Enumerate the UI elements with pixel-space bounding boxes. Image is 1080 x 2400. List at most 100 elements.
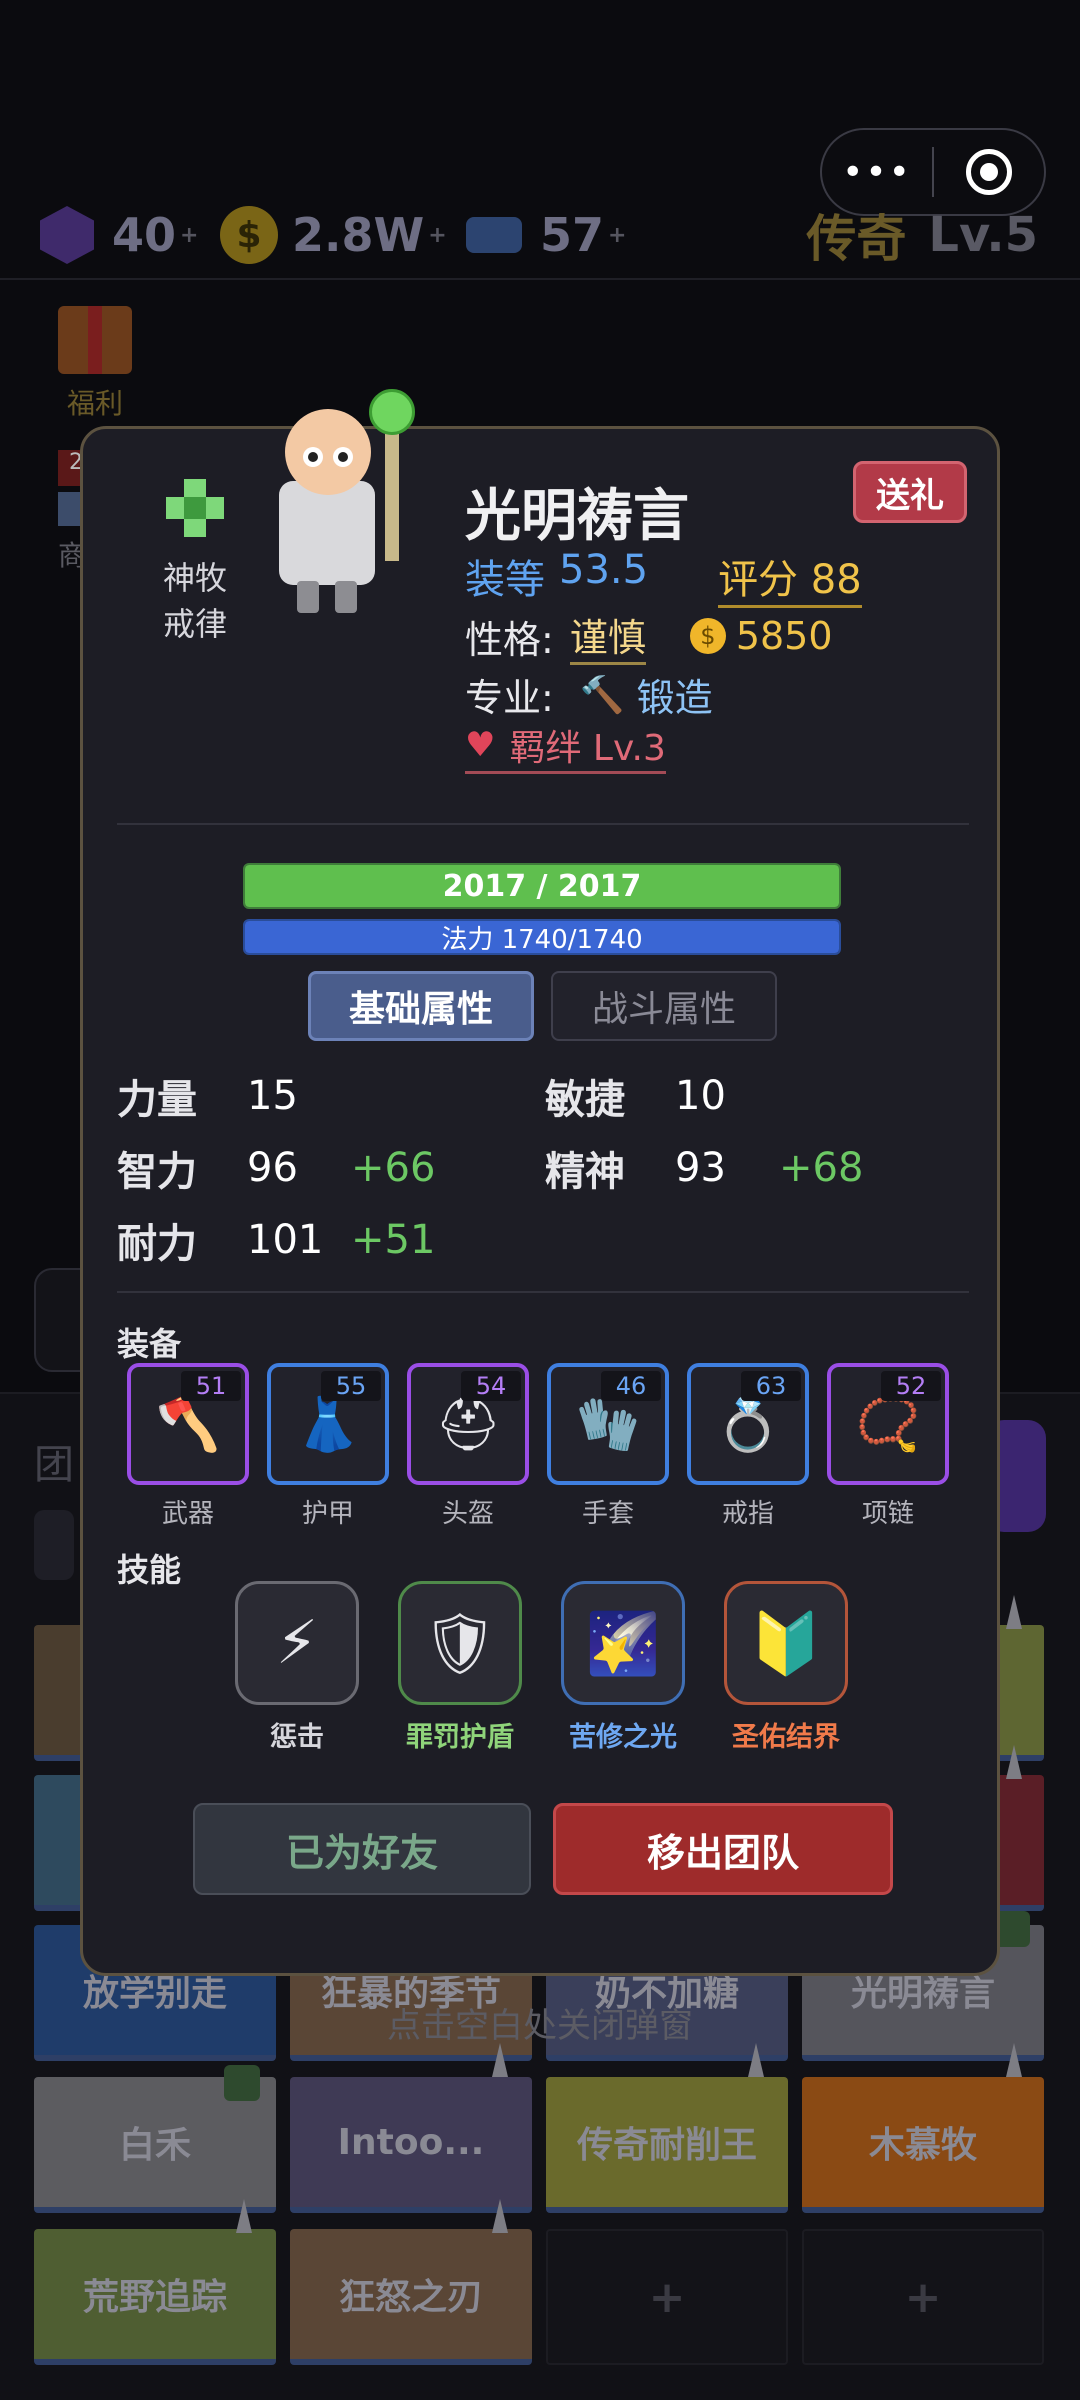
equip-slot[interactable]: ⛑ 54 头盔 bbox=[407, 1363, 529, 1530]
equip-label: 护甲 bbox=[301, 1499, 354, 1529]
team-member-cell[interactable]: 荒野追踪 bbox=[34, 2229, 276, 2365]
equip-frame: 👗 55 bbox=[267, 1363, 389, 1485]
health-text: 2017 / 2017 bbox=[442, 868, 642, 904]
hammer-icon: 🔨 bbox=[579, 674, 625, 716]
equip-slot[interactable]: 🪓 51 武器 bbox=[127, 1363, 249, 1530]
lightning-icon: ⚡ bbox=[235, 1581, 359, 1705]
divider bbox=[117, 1291, 969, 1293]
class-gem-icon bbox=[224, 2065, 260, 2101]
add-tickets-button[interactable]: + bbox=[608, 223, 626, 248]
add-gems-button[interactable]: + bbox=[180, 223, 198, 248]
close-hint[interactable]: 点击空白处关闭弹窗 bbox=[0, 1998, 1080, 2047]
equip-label: 武器 bbox=[161, 1499, 214, 1529]
mana-bar: 法力 1740/1740 bbox=[243, 919, 841, 955]
stat-strength: 力量 15 bbox=[117, 1073, 298, 1123]
equip-slot[interactable]: 💍 63 戒指 bbox=[687, 1363, 809, 1530]
skill-slot[interactable]: ⚡ 惩击 bbox=[227, 1581, 367, 1754]
equip-frame: 🧤 46 bbox=[547, 1363, 669, 1485]
divider bbox=[117, 823, 969, 825]
team-filter-tab[interactable] bbox=[34, 1510, 74, 1580]
equip-level: 46 bbox=[601, 1371, 661, 1401]
member-name: 荒野追踪 bbox=[82, 2277, 227, 2318]
sword-icon bbox=[492, 2043, 508, 2077]
welfare-label: 福利 bbox=[66, 387, 123, 420]
gem-counter: 40 + bbox=[40, 195, 198, 275]
staff-orb bbox=[369, 389, 415, 435]
equip-frame: 💍 63 bbox=[687, 1363, 809, 1485]
skill-slot[interactable]: 🔰 圣佑结界 bbox=[716, 1581, 856, 1754]
tab-basic-attributes[interactable]: 基础属性 bbox=[308, 971, 534, 1041]
equip-label: 戒指 bbox=[721, 1499, 774, 1529]
team-member-cell[interactable]: 狂怒之刃 bbox=[290, 2229, 532, 2365]
add-gold-button[interactable]: + bbox=[428, 223, 446, 248]
equip-level: 54 bbox=[461, 1371, 521, 1401]
sword-icon bbox=[748, 2043, 764, 2077]
trait-label: 性格: bbox=[465, 617, 554, 662]
coin-icon: $ bbox=[689, 618, 726, 654]
gem-icon bbox=[40, 206, 94, 264]
holy-cross-icon bbox=[164, 477, 226, 539]
tab-combat-attributes[interactable]: 战斗属性 bbox=[551, 971, 777, 1041]
member-name: 狂怒之刃 bbox=[338, 2277, 483, 2318]
skill-slot[interactable]: 🛡 罪罚护盾 bbox=[390, 1581, 530, 1754]
trait-row: 性格: 谨慎 $ 5850 bbox=[465, 607, 833, 665]
already-friends-button[interactable]: 已为好友 bbox=[193, 1803, 531, 1895]
class-name: 神牧 戒律 bbox=[125, 555, 265, 647]
staff-icon bbox=[385, 429, 399, 561]
profession-value: 锻造 bbox=[636, 676, 713, 720]
equip-slot[interactable]: 🧤 46 手套 bbox=[547, 1363, 669, 1530]
class-name-line1: 神牧 bbox=[162, 559, 227, 597]
mana-text: 法力 1740/1740 bbox=[441, 924, 643, 955]
score-link[interactable]: 评分 88 bbox=[718, 547, 862, 608]
gear-level-value: 53.5 bbox=[559, 547, 649, 593]
ticket-counter: 57 + bbox=[466, 195, 626, 275]
skill-label: 惩击 bbox=[270, 1722, 324, 1753]
close-mini-program-button[interactable] bbox=[934, 149, 1044, 195]
team-tab[interactable]: 团 bbox=[34, 1432, 74, 1490]
bond-link[interactable]: ♥ 羁绊 Lv.3 bbox=[465, 719, 666, 774]
resource-bar: 40 + $ 2.8W + 57 + 传奇 Lv.5 bbox=[0, 195, 1080, 280]
sword-icon bbox=[236, 2199, 252, 2233]
equip-label: 手套 bbox=[581, 1499, 634, 1529]
stat-intellect: 智力 96 +66 bbox=[117, 1145, 436, 1195]
equip-slot[interactable]: 👗 55 护甲 bbox=[267, 1363, 389, 1530]
bond-level: 羁绊 Lv.3 bbox=[509, 728, 666, 769]
send-gift-button[interactable]: 送礼 bbox=[853, 461, 967, 523]
equipment-title: 装备 bbox=[117, 1325, 182, 1363]
empty-slot[interactable]: + bbox=[546, 2229, 788, 2365]
add-member-icon: + bbox=[904, 2271, 942, 2323]
stat-stamina: 耐力 101 +51 bbox=[117, 1217, 436, 1267]
skill-slot[interactable]: 🌠 苦修之光 bbox=[553, 1581, 693, 1754]
rank-title: 传奇 bbox=[806, 210, 907, 268]
shield-icon: 🛡 bbox=[398, 1581, 522, 1705]
equip-frame: 🪓 51 bbox=[127, 1363, 249, 1485]
stat-spirit: 精神 93 +68 bbox=[545, 1145, 864, 1195]
team-member-cell[interactable]: 传奇耐削王 bbox=[546, 2077, 788, 2213]
remove-from-team-button[interactable]: 移出团队 bbox=[553, 1803, 893, 1895]
trait-value[interactable]: 谨慎 bbox=[569, 607, 646, 665]
sword-icon bbox=[1006, 1595, 1022, 1629]
profession-row: 专业: 🔨 锻造 bbox=[465, 667, 713, 722]
gear-score-row: 装等 53.5 评分 88 bbox=[465, 547, 862, 608]
equip-label: 项链 bbox=[861, 1499, 914, 1529]
shooting-star-icon: 🌠 bbox=[561, 1581, 685, 1705]
equip-slot[interactable]: 📿 52 项链 bbox=[827, 1363, 949, 1530]
skill-label: 圣佑结界 bbox=[732, 1722, 840, 1753]
skills-title: 技能 bbox=[117, 1551, 182, 1589]
empty-slot[interactable]: + bbox=[802, 2229, 1044, 2365]
record-circle-icon bbox=[965, 149, 1012, 195]
team-member-cell[interactable]: 木慕牧 bbox=[802, 2077, 1044, 2213]
rank-display: 传奇 Lv.5 bbox=[806, 195, 1038, 275]
stat-agility: 敏捷 10 bbox=[545, 1073, 726, 1123]
rank-level: Lv.5 bbox=[928, 207, 1038, 263]
profession-label: 专业: bbox=[465, 676, 554, 720]
member-name: Intoo... bbox=[337, 2121, 485, 2163]
sword-icon bbox=[1006, 2043, 1022, 2077]
sword-icon bbox=[1006, 1745, 1022, 1779]
more-options-icon[interactable]: ••• bbox=[822, 152, 932, 193]
welfare-button[interactable]: 福利 bbox=[52, 306, 138, 422]
class-name-line2: 戒律 bbox=[162, 605, 227, 643]
hero-avatar bbox=[279, 389, 429, 613]
team-member-cell[interactable]: Intoo... bbox=[290, 2077, 532, 2213]
equip-frame: ⛑ 54 bbox=[407, 1363, 529, 1485]
